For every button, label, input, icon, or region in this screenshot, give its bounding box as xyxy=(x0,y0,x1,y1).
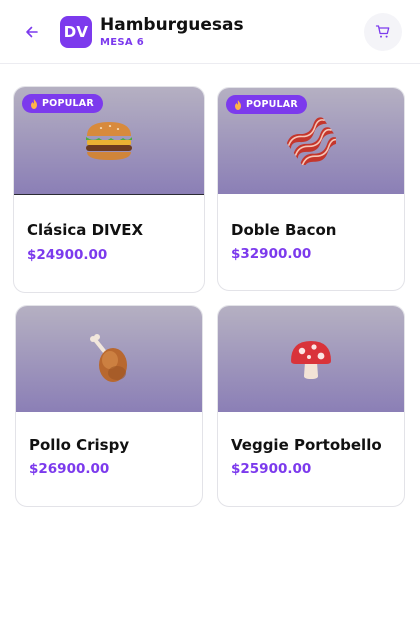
product-card-veggie-portobello[interactable]: Veggie Portobello $25900.00 xyxy=(217,305,405,507)
fire-icon xyxy=(235,99,241,110)
product-price: $25900.00 xyxy=(231,461,312,477)
badge-label: POPULAR xyxy=(246,99,298,110)
page-title: Hamburguesas xyxy=(100,15,244,35)
back-button[interactable] xyxy=(18,18,46,46)
app-header: DV Hamburguesas MESA 6 xyxy=(0,0,420,64)
cart-button[interactable] xyxy=(364,13,402,51)
badge-label: POPULAR xyxy=(42,98,94,109)
product-name: Pollo Crispy xyxy=(29,436,130,454)
product-name: Doble Bacon xyxy=(231,221,337,239)
product-image: POPULAR xyxy=(14,87,204,195)
product-image: POPULAR xyxy=(218,88,404,194)
burger-icon xyxy=(86,121,132,160)
restaurant-avatar: DV xyxy=(60,16,92,48)
product-image xyxy=(218,306,404,412)
product-price: $26900.00 xyxy=(29,461,110,477)
mushroom-icon xyxy=(291,341,331,379)
bacon-icon xyxy=(286,117,336,165)
product-image xyxy=(16,306,202,412)
arrow-left-icon xyxy=(26,26,38,38)
popular-badge: POPULAR xyxy=(226,95,307,114)
chicken-leg-icon xyxy=(90,334,127,382)
product-card-pollo-crispy[interactable]: Pollo Crispy $26900.00 xyxy=(15,305,203,507)
product-name: Veggie Portobello xyxy=(231,436,382,454)
table-label: MESA 6 xyxy=(100,37,144,48)
popular-badge: POPULAR xyxy=(22,94,103,113)
product-name: Clásica DIVEX xyxy=(27,221,144,239)
product-card-doble-bacon[interactable]: POPULAR Doble Bacon $32900.00 xyxy=(217,87,405,291)
product-price: $24900.00 xyxy=(27,247,108,263)
fire-icon xyxy=(31,98,37,109)
product-price: $32900.00 xyxy=(231,246,312,262)
cart-icon xyxy=(375,25,390,38)
product-card-clasica-divex[interactable]: POPULAR Clásica DIVEX $24900.00 xyxy=(13,86,205,293)
